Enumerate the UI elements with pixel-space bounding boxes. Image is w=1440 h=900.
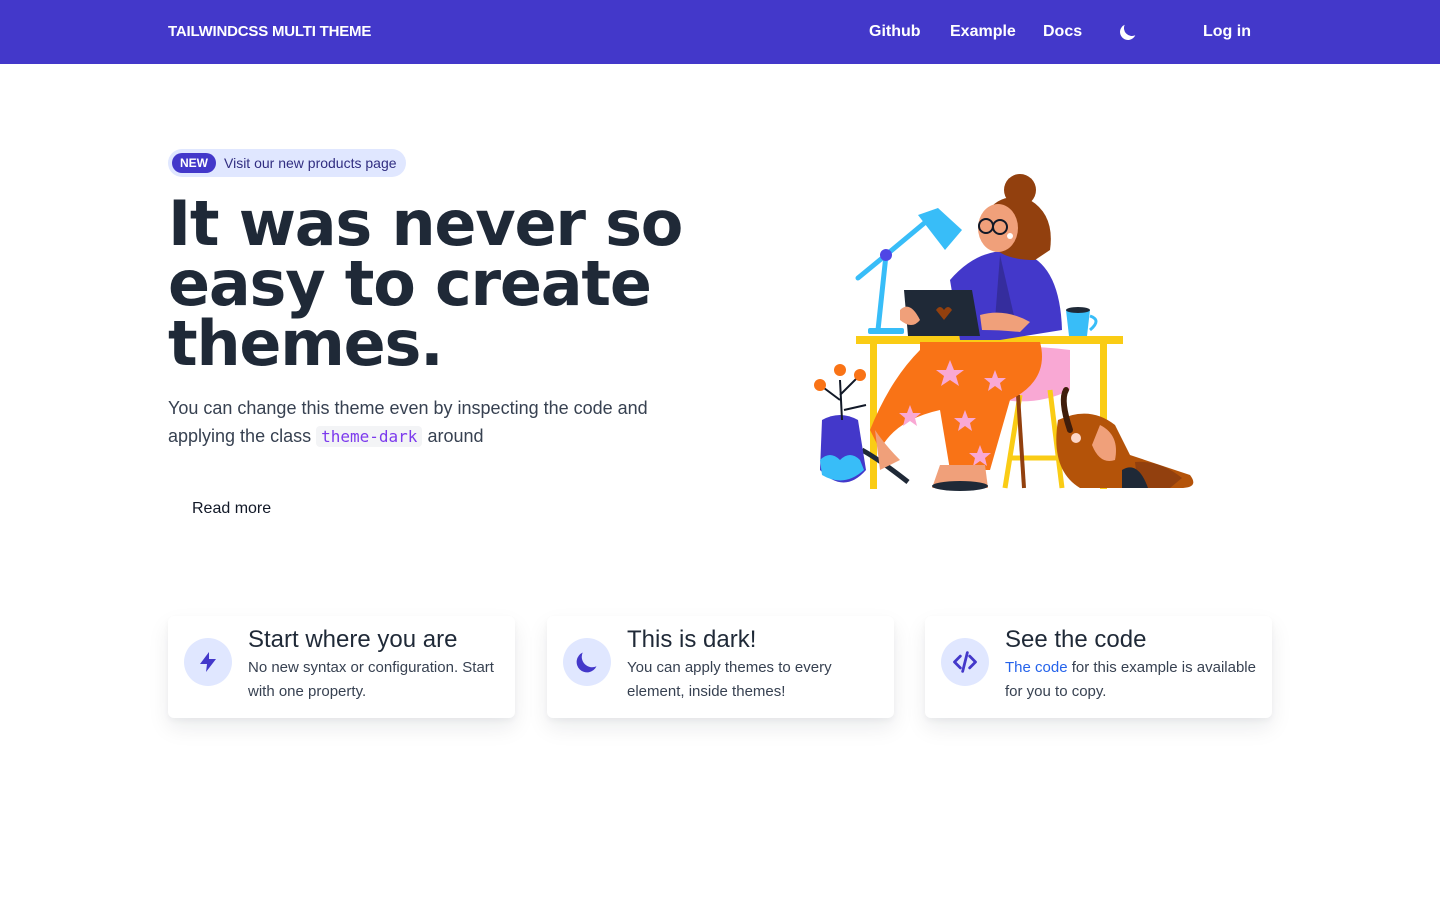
feature-card-dark: This is dark! You can apply themes to ev… <box>547 616 894 718</box>
new-products-badge-link[interactable]: NEW Visit our new products page <box>168 149 406 177</box>
feature-description: You can apply themes to every element, i… <box>627 659 832 700</box>
feature-card-code: See the code The code for this example i… <box>925 616 1272 718</box>
feature-card-start: Start where you are No new syntax or con… <box>168 616 515 718</box>
theme-class-code: theme-dark <box>316 426 423 447</box>
theme-toggle-button[interactable] <box>1118 22 1138 42</box>
brand-logo-text[interactable]: TAILWINDCSS MULTI THEME <box>168 23 371 40</box>
code-icon <box>953 651 977 673</box>
feature-icon-wrapper <box>563 638 611 686</box>
nav-link-example[interactable]: Example <box>950 23 1016 41</box>
hero-description-suffix: around <box>427 426 484 446</box>
the-code-link[interactable]: The code <box>1005 659 1068 676</box>
feature-description: The code for this example is available f… <box>1005 656 1260 704</box>
top-navbar: TAILWINDCSS MULTI THEME Github Example D… <box>0 0 1440 64</box>
moon-icon <box>576 652 597 673</box>
new-badge: NEW <box>172 153 216 173</box>
feature-description: No new syntax or configuration. Start wi… <box>248 659 494 700</box>
woman-working-at-desk-illustration <box>814 174 1194 491</box>
feature-title: This is dark! <box>627 626 757 653</box>
feature-title: See the code <box>1005 626 1147 653</box>
moon-icon <box>1120 24 1136 40</box>
feature-icon-wrapper <box>941 638 989 686</box>
badge-text: Visit our new products page <box>224 155 397 171</box>
feature-icon-wrapper <box>184 638 232 686</box>
login-button[interactable]: Log in <box>1203 23 1251 41</box>
lightning-bolt-icon <box>200 652 216 672</box>
hero-description: You can change this theme even by inspec… <box>168 394 668 451</box>
nav-link-docs[interactable]: Docs <box>1043 23 1082 41</box>
feature-title: Start where you are <box>248 626 458 653</box>
nav-link-github[interactable]: Github <box>869 23 921 41</box>
hero-title: It was never so easy to create themes. <box>168 187 683 380</box>
read-more-button[interactable]: Read more <box>192 500 271 518</box>
